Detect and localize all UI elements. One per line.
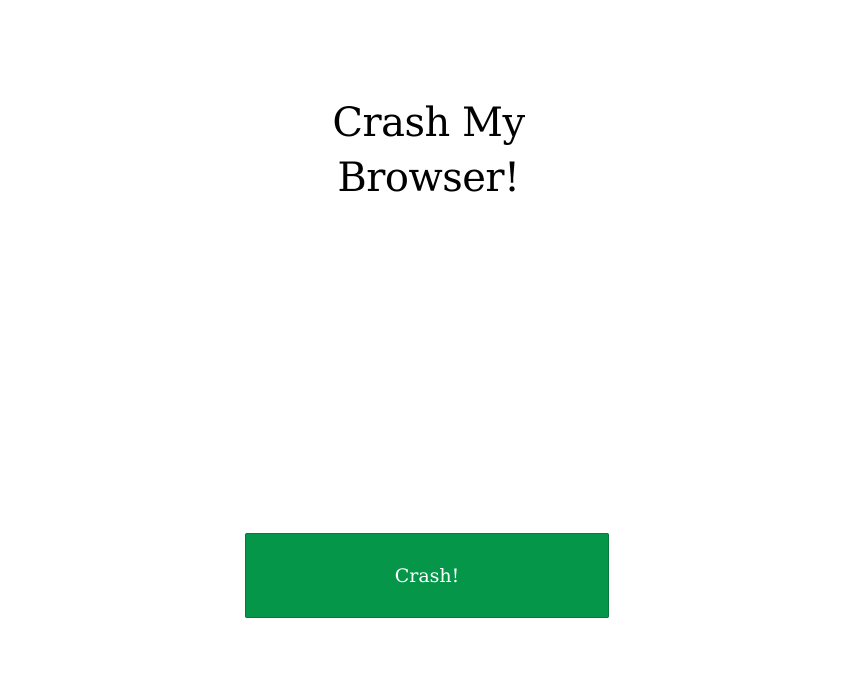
crash-button[interactable]: Crash!: [245, 533, 609, 618]
page-title-line-2: Browser!: [337, 155, 520, 201]
page-title: Crash My Browser!: [0, 96, 857, 206]
page-title-line-1: Crash My: [332, 100, 525, 146]
